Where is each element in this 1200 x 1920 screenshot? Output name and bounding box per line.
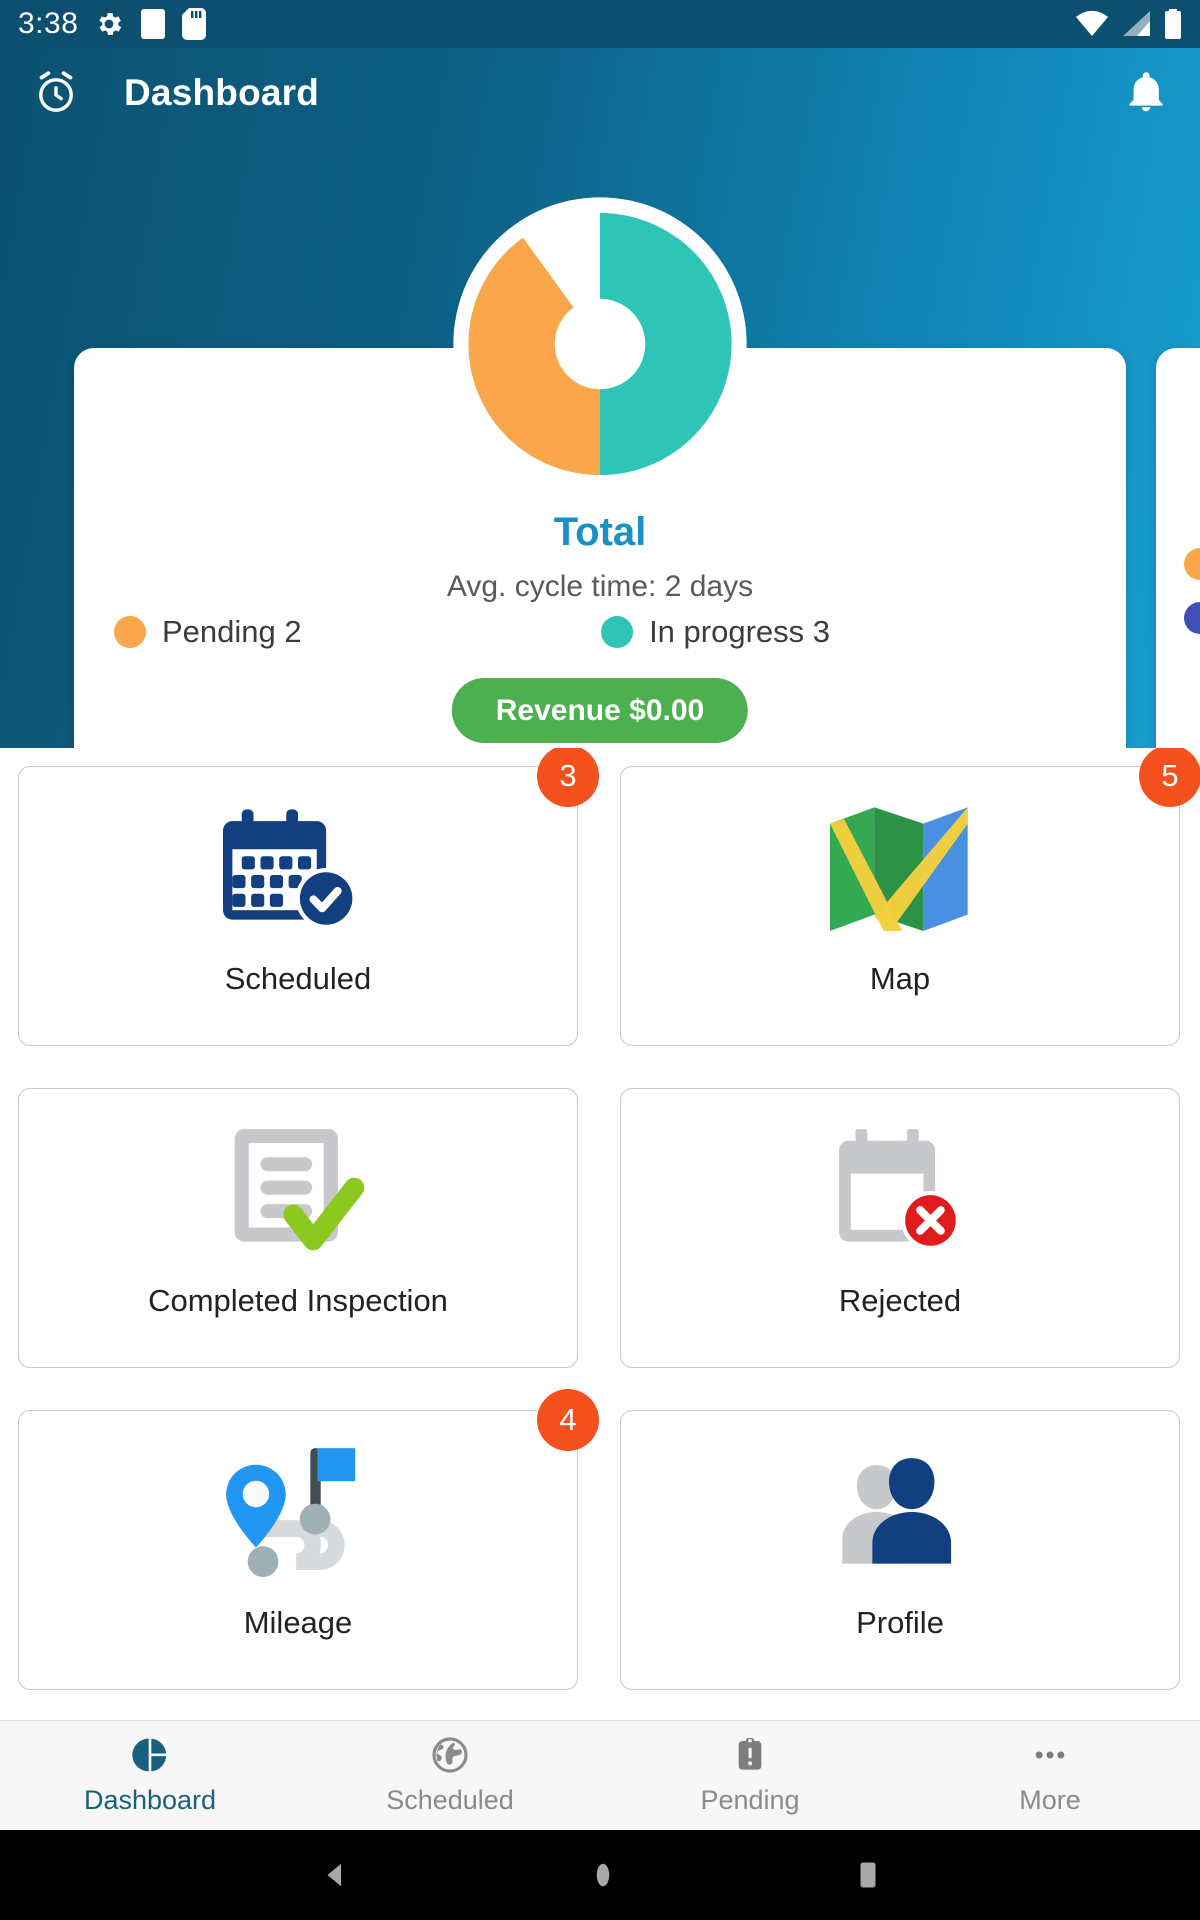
page-title: Dashboard [124, 72, 320, 113]
next-card-legend [1184, 548, 1200, 634]
android-system-nav [0, 1830, 1200, 1920]
home-button[interactable] [588, 1857, 618, 1893]
sd-card-icon [182, 8, 207, 40]
tile-label-rejected: Rejected [838, 1283, 962, 1318]
notification-bell-icon[interactable] [1124, 71, 1168, 115]
badge-scheduled: 3 [537, 748, 599, 807]
cycle-time-label: Avg. cycle time: 2 days [446, 570, 754, 603]
tile-label-mileage: Mileage [243, 1605, 353, 1640]
next-stat-card[interactable] [1156, 348, 1200, 773]
nav-item-dashboard[interactable]: Dashboard [0, 1735, 300, 1816]
bottom-navigation: Dashboard Scheduled Pending More [0, 1720, 1200, 1830]
feature-tile-grid: 3 Scheduled 5 Map Completed Inspection R… [0, 748, 1200, 1700]
alarm-clock-icon[interactable] [32, 69, 80, 117]
clipboard-alert-icon [738, 1738, 762, 1770]
legend-dot-in-progress [601, 616, 634, 648]
chart-legend: Pending 2 In progress 3 [74, 614, 1126, 650]
nav-label-more: More [1019, 1785, 1081, 1815]
calendar-check-icon [223, 775, 373, 961]
white-square-icon [141, 9, 166, 39]
tile-label-profile: Profile [856, 1605, 944, 1640]
legend-label-in-progress: In progress 3 [649, 614, 830, 649]
app-bar: Dashboard [0, 48, 1200, 138]
ellipsis-icon [1035, 1751, 1065, 1759]
nav-label-scheduled: Scheduled [386, 1785, 514, 1815]
legend-item-pending: Pending 2 [114, 614, 302, 650]
back-button[interactable] [317, 1857, 353, 1893]
legend-dot-pending [114, 616, 146, 648]
tile-mileage[interactable]: 4 Mileage [18, 1389, 599, 1690]
status-bar-right [1074, 9, 1182, 39]
stat-cards-carousel[interactable]: Total Avg. cycle time: 2 days Pending 2 … [0, 197, 1200, 773]
nav-item-scheduled[interactable]: Scheduled [300, 1735, 600, 1816]
legend-item-in-progress: In progress 3 [601, 614, 830, 650]
total-stat-card[interactable]: Total Avg. cycle time: 2 days Pending 2 … [74, 197, 1126, 773]
tile-label-map: Map [869, 961, 931, 996]
wifi-icon [1076, 10, 1108, 36]
tile-row-3: 4 Mileage Profile [18, 1389, 1182, 1690]
nav-label-pending: Pending [700, 1785, 800, 1815]
gear-icon [99, 13, 122, 35]
tile-profile[interactable]: Profile [620, 1410, 1180, 1690]
app-bar-right [1124, 71, 1168, 115]
cell-signal-icon [1123, 11, 1150, 36]
nav-item-more[interactable]: More [900, 1735, 1200, 1816]
tile-row-1: 3 Scheduled 5 Map [18, 748, 1200, 1046]
folded-map-icon [825, 775, 975, 961]
revenue-button[interactable]: Revenue $0.00 [451, 678, 749, 743]
people-icon [825, 1419, 975, 1605]
tile-label-completed-inspection: Completed Inspection [148, 1283, 448, 1318]
legend-dot-indigo [1184, 602, 1200, 634]
header-gradient: Dashboard Total Avg. cycle time: 2 days … [0, 48, 1200, 773]
tile-map[interactable]: 5 Map [620, 748, 1200, 1046]
tile-completed-inspection[interactable]: Completed Inspection [18, 1088, 578, 1368]
badge-mileage: 4 [537, 1389, 599, 1451]
app-root: 3:38 Dashboard Total Avg. cycle time: 2 … [0, 0, 1200, 1920]
nav-item-pending[interactable]: Pending [600, 1735, 900, 1816]
tile-label-scheduled: Scheduled [224, 961, 372, 996]
recents-button[interactable] [853, 1857, 883, 1893]
total-label: Total [553, 510, 647, 554]
battery-icon [1165, 9, 1181, 39]
tile-row-2: Completed Inspection Rejected [18, 1088, 1182, 1368]
route-pin-flag-icon [211, 1419, 386, 1605]
nav-label-dashboard: Dashboard [83, 1785, 217, 1815]
tile-scheduled[interactable]: 3 Scheduled [18, 748, 599, 1046]
calendar-x-icon [825, 1097, 975, 1283]
legend-label-pending: Pending 2 [162, 614, 302, 649]
donut-chart [444, 188, 756, 500]
tile-rejected[interactable]: Rejected [620, 1088, 1180, 1368]
status-bar: 3:38 [0, 0, 1200, 48]
badge-map: 5 [1139, 748, 1200, 807]
legend-dot-orange [1184, 548, 1200, 580]
globe-icon [432, 1737, 468, 1773]
status-bar-left: 3:38 [18, 7, 207, 41]
pie-chart-icon [132, 1738, 167, 1772]
status-bar-clock: 3:38 [18, 7, 79, 40]
document-check-icon [223, 1097, 373, 1283]
